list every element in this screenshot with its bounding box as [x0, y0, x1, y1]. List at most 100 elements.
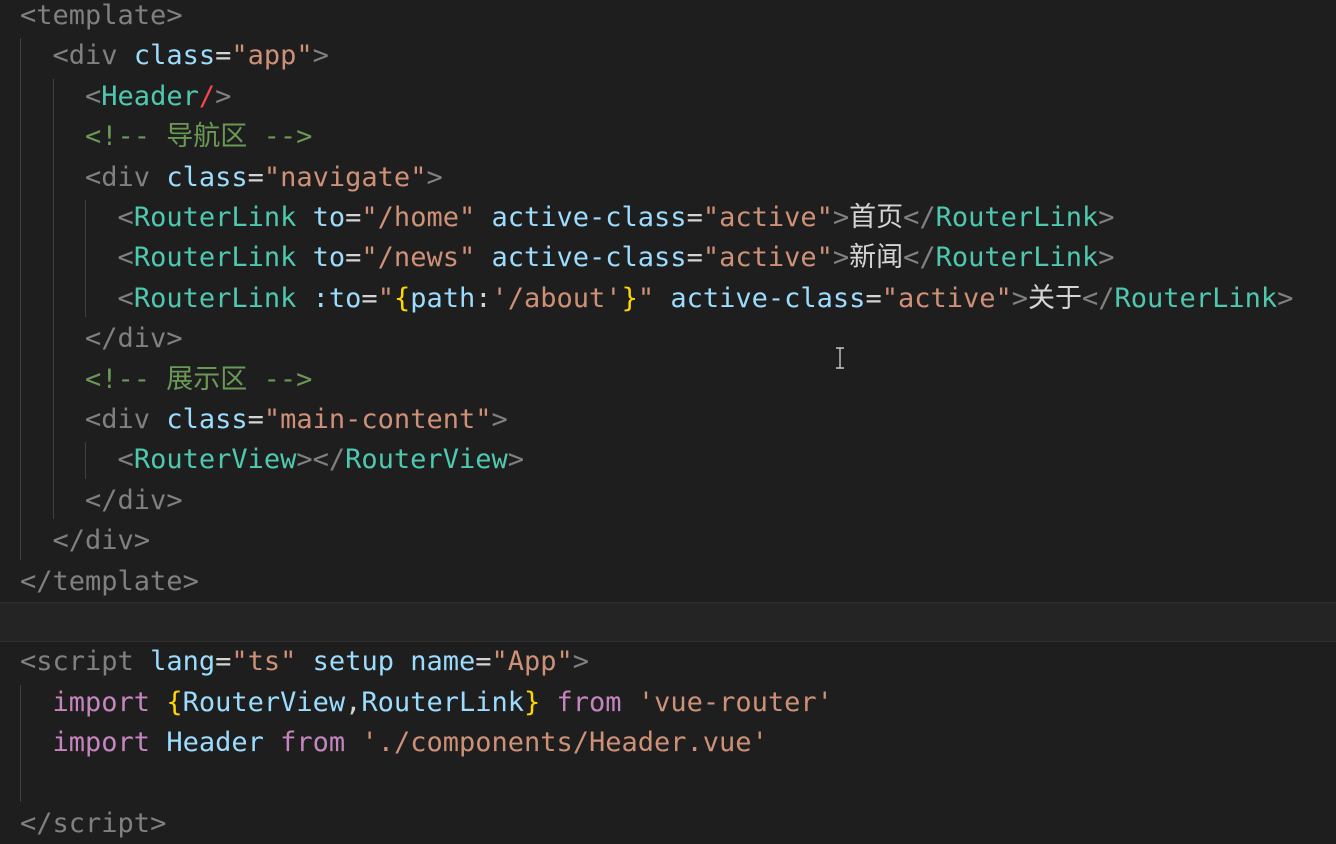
code-line[interactable]: </div>: [0, 481, 1336, 521]
code-line-content: <RouterLink :to="{path:'/about'}" active…: [20, 279, 1294, 319]
code-token: ": [637, 282, 655, 314]
code-editor[interactable]: <template> <div class="app"> <Header/> <…: [0, 0, 1336, 839]
code-token: >: [507, 444, 524, 476]
code-token: class: [133, 40, 216, 72]
code-line-content: <RouterLink to="/home" active-class="act…: [20, 198, 1115, 238]
current-code-line[interactable]: [0, 602, 1336, 643]
code-token: }: [621, 282, 638, 314]
code-line[interactable]: <RouterLink to="/home" active-class="act…: [0, 198, 1336, 238]
code-line[interactable]: <!-- 展示区 -->: [0, 360, 1336, 400]
code-line[interactable]: <template>: [0, 0, 1336, 36]
code-token: RouterLink: [133, 202, 297, 233]
code-line-content: <!-- 导航区 -->: [20, 117, 312, 157]
code-token: <: [85, 80, 102, 112]
code-line-content: <template>: [20, 0, 183, 36]
code-token: RouterLink: [361, 686, 524, 718]
code-token: RouterView: [345, 444, 508, 476]
code-token: {: [166, 686, 183, 718]
code-line[interactable]: </div>: [0, 521, 1336, 561]
code-line[interactable]: </script>: [0, 804, 1336, 844]
code-token: =: [215, 40, 232, 72]
code-token: div: [85, 525, 134, 557]
code-line[interactable]: <Header/>: [0, 77, 1336, 117]
code-token: './components/Header.vue': [361, 727, 768, 759]
code-token: >: [832, 242, 850, 274]
code-line[interactable]: <RouterLink :to="{path:'/about'}" active…: [0, 279, 1336, 319]
code-line[interactable]: import {RouterView,RouterLink} from 'vue…: [0, 683, 1336, 723]
code-token: >: [1098, 242, 1115, 274]
code-token: <: [85, 404, 102, 435]
code-token: </: [903, 202, 936, 233]
code-token: "App": [491, 646, 573, 678]
code-token: template: [36, 0, 167, 31]
code-token: =: [215, 646, 232, 678]
code-token: "app": [231, 40, 313, 72]
code-token: =: [361, 282, 378, 314]
code-token: <: [117, 444, 134, 476]
code-line[interactable]: <div class="navigate">: [0, 158, 1336, 198]
code-token: Header: [166, 727, 264, 759]
code-token: 首页: [849, 202, 904, 233]
code-line[interactable]: </template>: [0, 562, 1336, 602]
code-token: </: [20, 808, 53, 839]
code-line-content: <!-- 展示区 -->: [20, 360, 312, 400]
code-token: 新闻: [849, 242, 904, 274]
code-token: lang: [150, 646, 216, 678]
code-token: div: [117, 323, 167, 355]
code-line[interactable]: </div>: [0, 319, 1336, 359]
code-token: </: [52, 525, 86, 557]
code-token: </: [903, 242, 936, 274]
code-token: >: [426, 161, 443, 193]
code-line[interactable]: <RouterLink to="/news" active-class="act…: [0, 238, 1336, 278]
code-line-content: <div class="main-content">: [20, 400, 508, 440]
code-token: "main-content": [263, 404, 492, 435]
code-line[interactable]: <RouterView></RouterView>: [0, 440, 1336, 480]
code-line-content: <RouterLink to="/news" active-class="act…: [20, 238, 1115, 278]
code-token: >: [166, 0, 183, 31]
code-line-content: <div class="navigate">: [20, 158, 443, 198]
code-line-content: </script>: [20, 804, 166, 844]
code-line[interactable]: <script lang="ts" setup name="App">: [0, 642, 1336, 682]
code-token: >: [150, 808, 167, 839]
code-token: import: [52, 727, 151, 759]
code-token: class: [166, 404, 248, 435]
code-token: div: [117, 484, 167, 516]
code-token: "active": [702, 242, 833, 274]
code-token: ,: [345, 686, 362, 718]
code-token: <!-- 导航区 -->: [85, 121, 313, 153]
code-line[interactable]: import Header from './components/Header.…: [0, 723, 1336, 763]
code-token: active-class: [491, 242, 687, 274]
code-token: >: [215, 80, 232, 112]
code-token: <!-- 展示区 -->: [85, 363, 313, 395]
code-token: "ts": [231, 646, 297, 678]
code-line[interactable]: <div class="app">: [0, 36, 1336, 76]
code-token: =: [247, 404, 264, 435]
code-line[interactable]: <!-- 导航区 -->: [0, 117, 1336, 157]
code-token: to: [312, 202, 346, 233]
code-line-content: import {RouterView,RouterLink} from 'vue…: [20, 683, 833, 723]
code-line-content: </div>: [20, 319, 183, 359]
code-token: RouterLink: [935, 202, 1099, 233]
code-token: ></: [296, 444, 346, 476]
code-line[interactable]: [0, 764, 1336, 804]
code-token: import: [52, 686, 151, 718]
code-line-content: <Header/>: [20, 77, 231, 117]
code-line-content: <script lang="ts" setup name="App">: [20, 642, 589, 682]
code-token: <: [85, 161, 102, 193]
code-line[interactable]: <div class="main-content">: [0, 400, 1336, 440]
